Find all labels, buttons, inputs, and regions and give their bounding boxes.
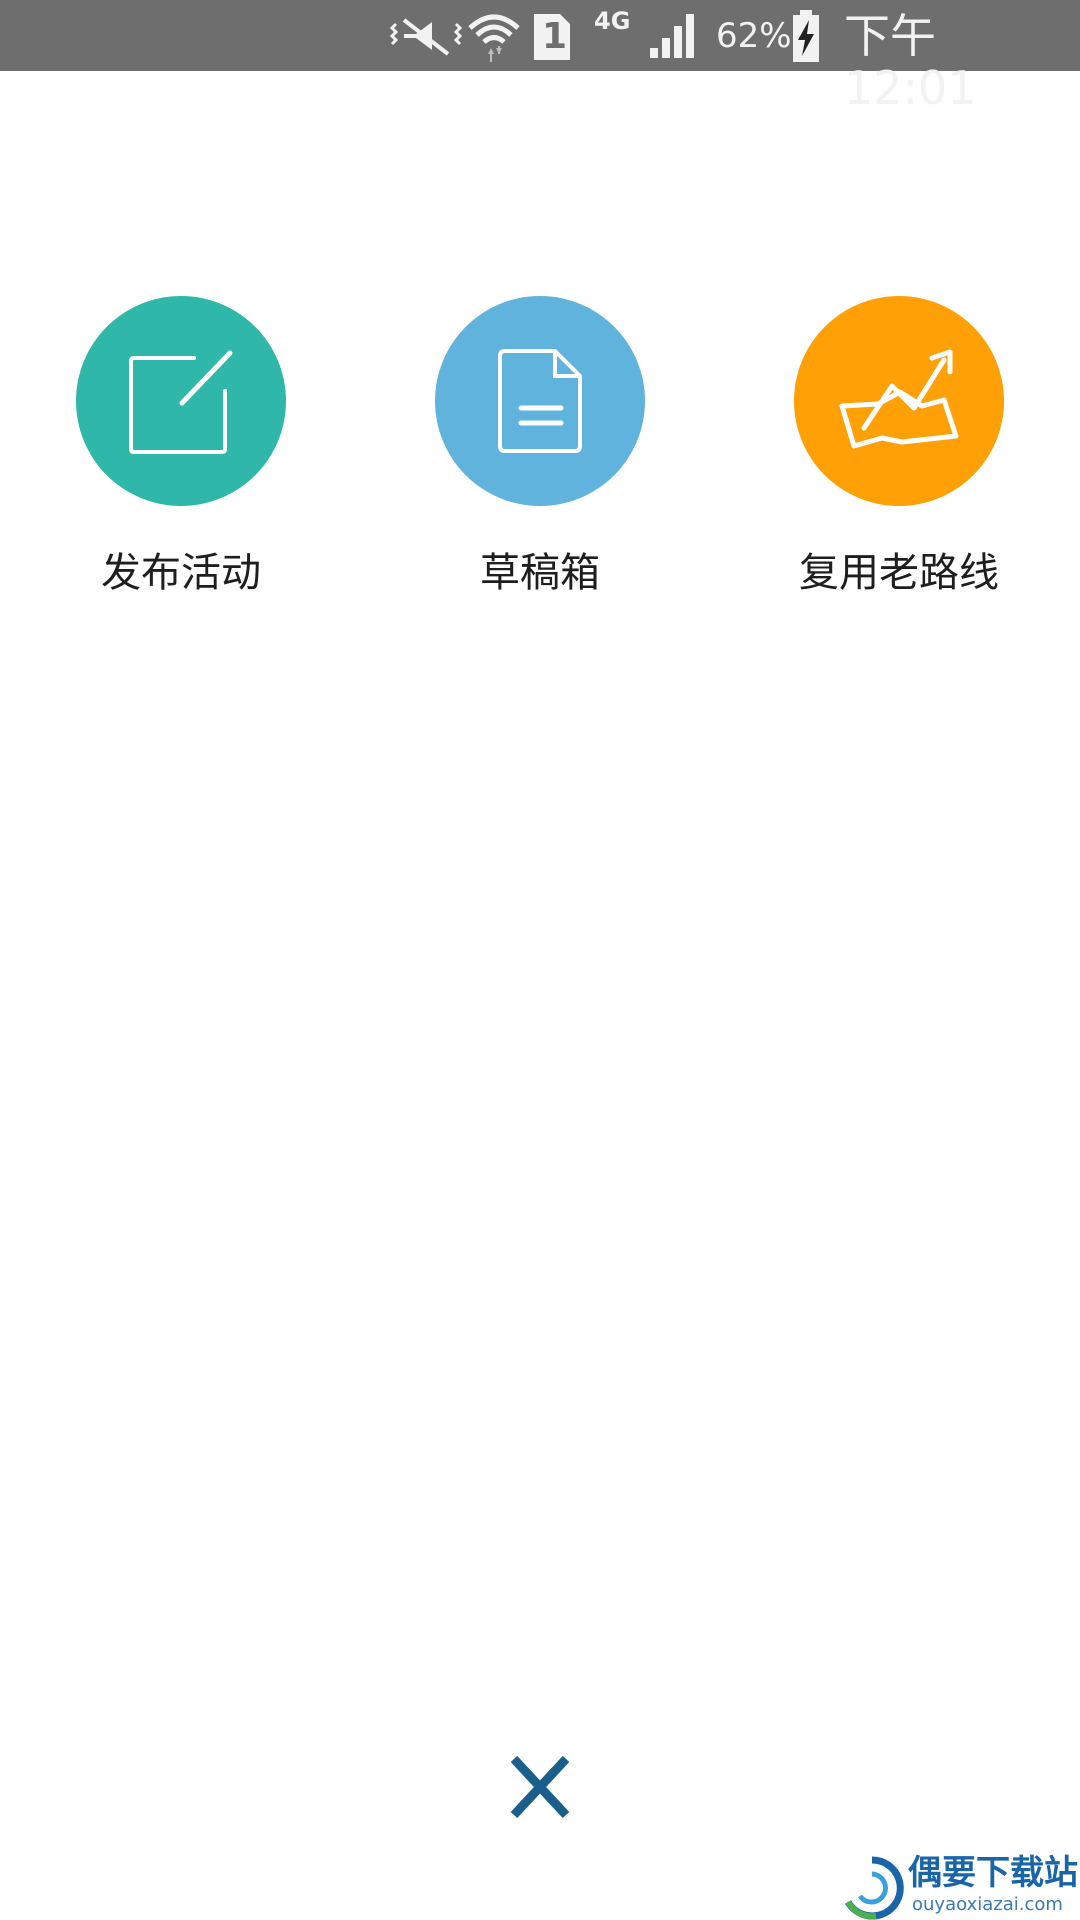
reuse-route-button[interactable]: 复用老路线 [749, 296, 1049, 616]
drafts-label: 草稿箱 [480, 550, 600, 596]
battery-percent: 62% [716, 16, 792, 56]
reuse-route-label: 复用老路线 [799, 550, 999, 596]
reuse-route-circle [794, 296, 1004, 506]
document-icon [498, 349, 582, 453]
watermark-title: 偶要下载站 [908, 1853, 1078, 1893]
wifi-icon [468, 14, 520, 62]
publish-activity-circle [76, 296, 286, 506]
close-button[interactable] [500, 1752, 580, 1822]
close-icon [510, 1755, 570, 1819]
sim-slot-number: 1 [542, 16, 568, 57]
signal-icon [650, 14, 694, 58]
route-map-icon [839, 349, 959, 449]
battery-charging-icon [793, 10, 819, 62]
clock: 下午 12:01 [844, 9, 977, 115]
watermark-url: ouyaoxiazai.com [912, 1894, 1063, 1915]
watermark: 偶要下载站 ouyaoxiazai.com [836, 1852, 1080, 1920]
publish-activity-label: 发布活动 [101, 550, 261, 596]
publish-activity-button[interactable]: 发布活动 [31, 296, 331, 616]
vibrate-mute-icon [390, 18, 462, 56]
network-type-label: 4G [594, 7, 631, 35]
edit-icon [129, 350, 233, 454]
status-bar: 1 4G 62% 下午 12:01 [0, 0, 1080, 115]
watermark-logo-icon [844, 1856, 904, 1920]
action-grid: 发布活动 草稿箱 复用老路线 [0, 296, 1080, 616]
drafts-button[interactable]: 草稿箱 [390, 296, 690, 616]
drafts-circle [435, 296, 645, 506]
